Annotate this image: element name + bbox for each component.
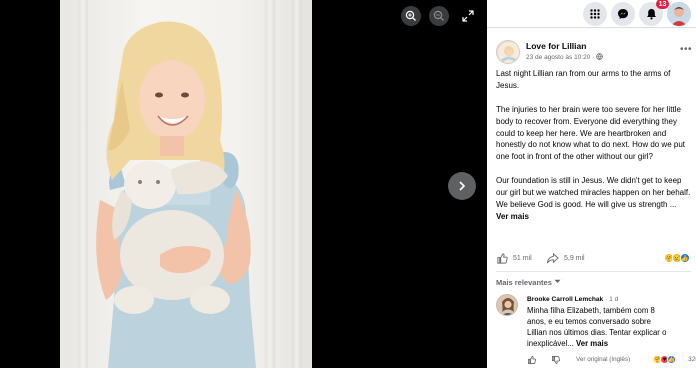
fullscreen-button[interactable]: [458, 6, 478, 26]
grid-menu-icon: [590, 9, 600, 19]
comment-sort-label: Mais relevantes: [496, 278, 552, 287]
fullscreen-icon: [462, 10, 474, 22]
like-reaction-icon: 👍: [680, 253, 690, 263]
post-paragraph: The injuries to her brain were too sever…: [496, 104, 686, 162]
chevron-right-icon: [459, 181, 466, 191]
bell-icon: [646, 9, 656, 20]
avatar: [497, 295, 517, 315]
photo-viewer: [0, 0, 487, 368]
post-paragraph-text: Our foundation is still in Jesus. We did…: [496, 176, 691, 209]
post-stats: 51 mil 5,9 mil 🤗 😢 👍: [496, 252, 691, 268]
reaction-summary[interactable]: 🤗 😢 👍: [664, 253, 690, 263]
avatar: [667, 2, 691, 26]
like-count[interactable]: 51 mil: [513, 255, 532, 262]
page-logo-icon: [498, 42, 519, 63]
comment-sort-dropdown[interactable]: Mais relevantes: [496, 278, 561, 287]
comment-body: Minha filha Elizabeth, também com 8 anos…: [527, 305, 667, 349]
globe-icon: [596, 53, 603, 60]
zoom-out-button[interactable]: [429, 6, 449, 26]
zoom-in-button[interactable]: [401, 6, 421, 26]
zoom-out-icon: [433, 10, 444, 21]
comment-header: Brooke Carroll Lemchak · 1 d: [527, 296, 618, 303]
next-photo-button[interactable]: [448, 172, 476, 200]
comment-reaction-summary[interactable]: 🤗 ♥ 👍: [653, 355, 676, 364]
comment-time[interactable]: · 1 d: [605, 296, 618, 303]
notification-count-badge: 13: [656, 0, 669, 9]
see-more-link[interactable]: Ver mais: [496, 212, 529, 221]
see-original-link[interactable]: Ver original (Inglês): [576, 356, 630, 363]
page-avatar[interactable]: [496, 40, 520, 64]
post-date[interactable]: 23 de agosto às 10:20 ·: [526, 54, 594, 61]
share-count[interactable]: 5,9 mil: [564, 255, 585, 262]
share-icon[interactable]: [546, 252, 559, 265]
post-body: Last night Lillian ran from our arms to …: [496, 68, 691, 223]
commenter-avatar[interactable]: [496, 294, 518, 316]
zoom-in-icon: [405, 10, 416, 21]
profile-avatar-button[interactable]: [667, 2, 691, 26]
messenger-icon: [618, 9, 628, 19]
dislike-icon[interactable]: [551, 355, 561, 365]
divider: [496, 271, 691, 272]
comment-actions: Ver original (Inglês) 🤗 ♥ 👍 320: [527, 355, 696, 367]
like-icon[interactable]: [527, 355, 537, 365]
comment-reaction-count[interactable]: 320: [688, 356, 696, 363]
comment-author[interactable]: Brooke Carroll Lemchak: [527, 296, 603, 303]
like-reaction-icon: 👍: [667, 355, 676, 364]
messenger-button[interactable]: [611, 2, 635, 26]
post-photo[interactable]: [60, 0, 312, 368]
girl-with-bunny-illustration: [96, 21, 256, 368]
post-paragraph: Our foundation is still in Jesus. We did…: [496, 175, 691, 223]
chevron-down-icon: [554, 279, 561, 283]
post-paragraph: Last night Lillian ran from our arms to …: [496, 69, 671, 90]
post-panel: Love for Lillian 23 de agosto às 10:20 ·…: [487, 27, 696, 368]
post-header: Love for Lillian 23 de agosto às 10:20 ·…: [496, 40, 692, 66]
post-options-icon[interactable]: •••: [680, 44, 692, 55]
like-icon[interactable]: [496, 252, 509, 265]
page-name[interactable]: Love for Lillian: [526, 41, 586, 51]
menu-button[interactable]: [583, 2, 607, 26]
comment-see-more-link[interactable]: Ver mais: [576, 339, 608, 348]
post-viewer-window: 13 Love for Lillian 23 de agosto às 10:2…: [0, 0, 696, 368]
post-meta: 23 de agosto às 10:20 ·: [526, 53, 603, 61]
